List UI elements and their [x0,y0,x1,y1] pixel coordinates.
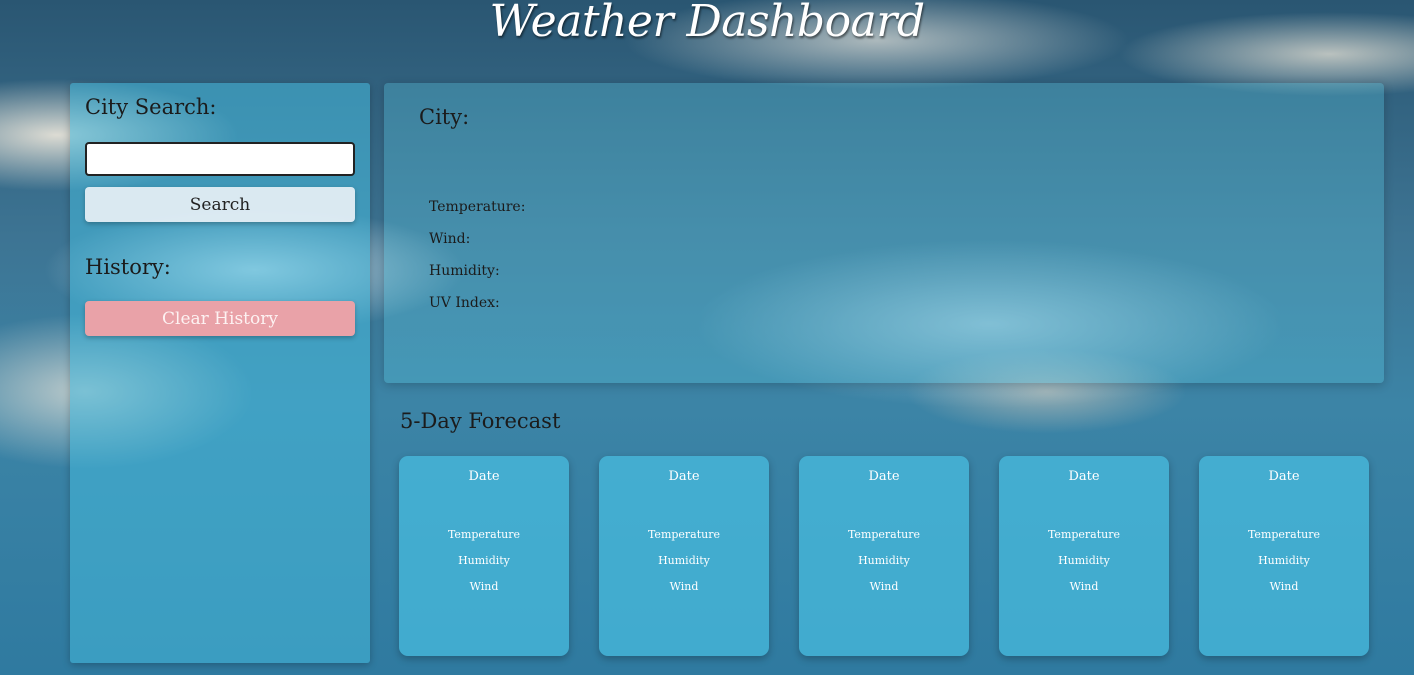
forecast-wind: Wind [469,580,499,593]
city-search-sidebar: City Search: Search History: Clear Histo… [70,83,370,663]
forecast-humidity: Humidity [1058,554,1110,567]
forecast-humidity: Humidity [858,554,910,567]
forecast-wind: Wind [1269,580,1299,593]
forecast-temperature: Temperature [847,528,921,541]
forecast-wind: Wind [1069,580,1099,593]
forecast-date: Date [668,469,700,484]
forecast-date: Date [468,469,500,484]
forecast-card: Date Temperature Humidity Wind [599,456,769,656]
forecast-temperature: Temperature [1047,528,1121,541]
uv-index-label: UV Index: [429,295,500,311]
forecast-wind: Wind [669,580,699,593]
forecast-temperature: Temperature [1247,528,1321,541]
city-search-heading: City Search: [85,95,217,119]
page-title: Weather Dashboard [489,0,925,47]
history-heading: History: [85,255,171,279]
forecast-date: Date [868,469,900,484]
forecast-date: Date [1068,469,1100,484]
forecast-temperature: Temperature [647,528,721,541]
city-label: City: [419,105,470,129]
forecast-humidity: Humidity [1258,554,1310,567]
forecast-heading: 5-Day Forecast [400,409,561,433]
forecast-date: Date [1268,469,1300,484]
forecast-card: Date Temperature Humidity Wind [799,456,969,656]
forecast-card: Date Temperature Humidity Wind [1199,456,1369,656]
forecast-temperature: Temperature [447,528,521,541]
forecast-wind: Wind [869,580,899,593]
wind-label: Wind: [429,231,471,247]
city-search-input[interactable] [85,142,355,176]
search-button[interactable]: Search [85,187,355,222]
forecast-card: Date Temperature Humidity Wind [399,456,569,656]
forecast-card: Date Temperature Humidity Wind [999,456,1169,656]
forecast-humidity: Humidity [458,554,510,567]
clear-history-button[interactable]: Clear History [85,301,355,336]
current-weather-panel: City: Temperature: Wind: Humidity: UV In… [384,83,1384,383]
humidity-label: Humidity: [429,263,500,279]
forecast-humidity: Humidity [658,554,710,567]
temperature-label: Temperature: [429,199,526,215]
